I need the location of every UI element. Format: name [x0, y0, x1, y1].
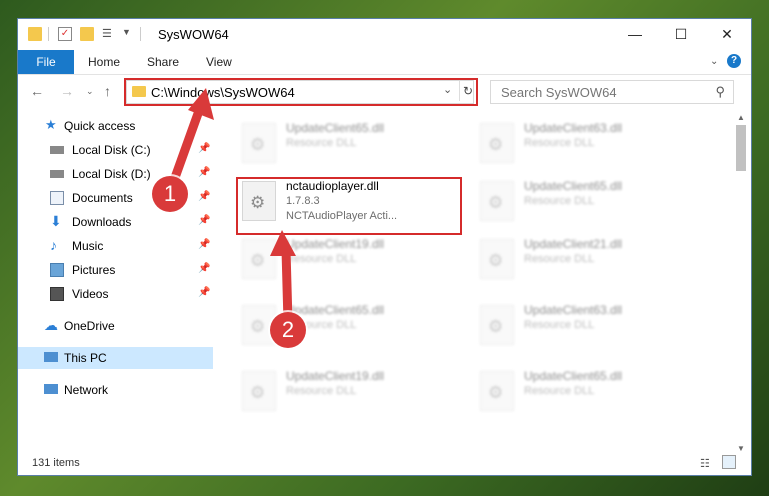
arrow-2 [270, 230, 296, 327]
step-2-badge: 2 [270, 312, 306, 348]
step-1-badge: 1 [152, 176, 188, 212]
arrow-1 [167, 88, 214, 191]
annotation-arrows [167, 88, 296, 327]
arrow-1-shaft [167, 103, 205, 191]
arrow-2-head [270, 230, 296, 256]
